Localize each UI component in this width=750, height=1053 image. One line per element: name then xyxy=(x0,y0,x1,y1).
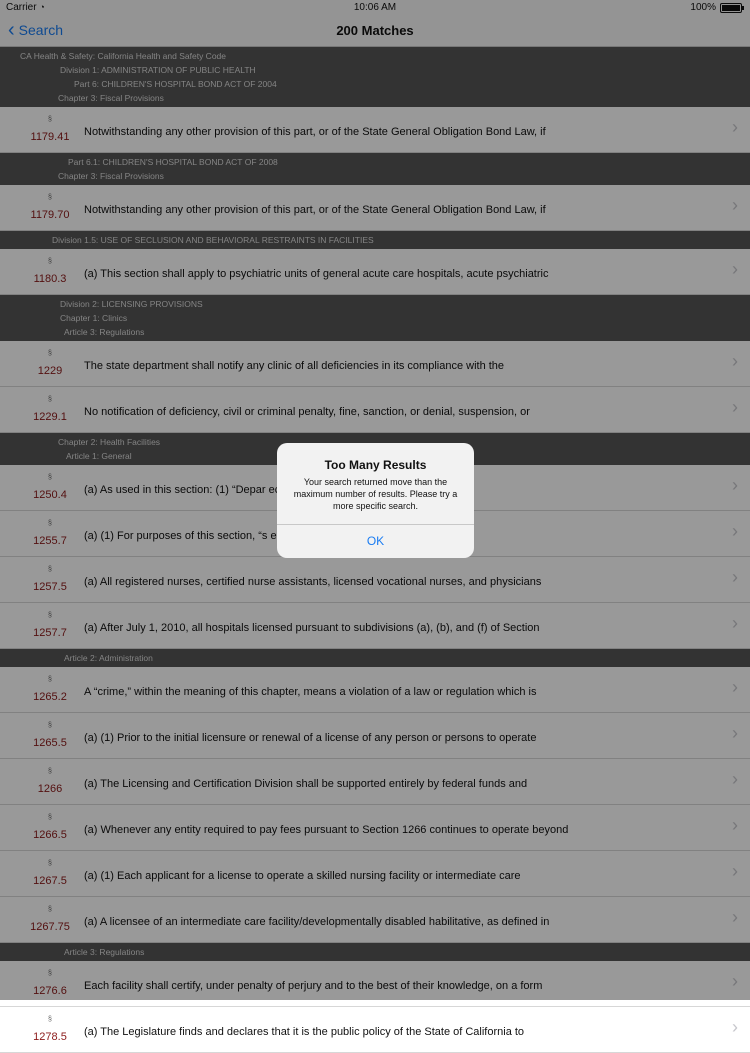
alert-message: Your search returned move than the maxim… xyxy=(293,477,458,511)
result-snippet: (a) The Legislature finds and declares t… xyxy=(84,1026,525,1038)
alert-title: Too Many Results xyxy=(324,458,427,472)
ok-button[interactable]: OK xyxy=(277,525,474,558)
chevron-right-icon: › xyxy=(732,1017,738,1037)
result-row[interactable]: § 1278.5 (a) The Legislature finds and dec… xyxy=(0,1007,750,1053)
section-symbol-icon: § xyxy=(48,1016,52,1023)
too-many-results-alert: Too Many Results Your search returned mo… xyxy=(277,443,474,558)
